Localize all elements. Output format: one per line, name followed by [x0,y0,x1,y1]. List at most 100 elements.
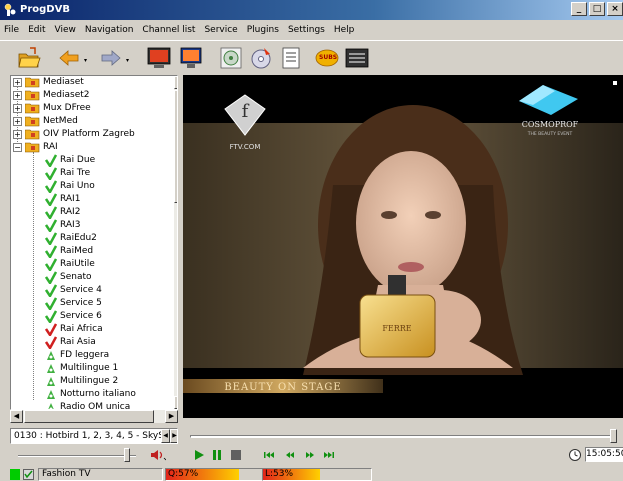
scroll-thumb[interactable] [24,410,154,423]
menu-view[interactable]: View [55,21,76,39]
fast-forward-icon[interactable] [303,448,317,462]
menu-settings[interactable]: Settings [288,21,325,39]
tree-provider-label: OIV Platform Zagreb [43,129,135,139]
satellite-selector[interactable]: 0130 : Hotbird 1, 2, 3, 4, 5 - SkySt ◀ ▶ [10,428,178,444]
tree-channel[interactable]: Radio OM unica [11,401,171,409]
tree-provider-mux-dfree[interactable]: + Mux DFree [11,102,171,115]
volume-slider[interactable] [18,455,136,457]
tree-channel[interactable]: RAI3 [11,219,171,232]
tree-provider-mediaset[interactable]: + Mediaset [11,76,171,89]
menu-edit[interactable]: Edit [28,21,45,39]
seek-knob[interactable] [610,429,617,443]
tree-provider-netmed[interactable]: + NetMed [11,115,171,128]
scroll-up-icon[interactable]: ▲ [174,76,177,89]
tree-provider-rai[interactable]: − RAI [11,141,171,154]
skip-back-icon[interactable] [262,448,276,462]
tree-provider-oiv-platform-zagreb[interactable]: + OIV Platform Zagreb [11,128,171,141]
tree-channel-label: FD leggera [60,350,110,360]
playback-controls: 15:05:50 [186,446,623,464]
tree-channel[interactable]: FD leggera [11,349,171,362]
open-folder-icon [25,142,40,153]
video-view[interactable]: FERRE f FTV.COM COSMOPROF THE BEAUTY EVE… [183,75,623,418]
forward-dropdown-icon[interactable]: ▾ [126,57,129,64]
back-dropdown-icon[interactable]: ▾ [84,57,87,64]
tree-provider-label: NetMed [43,116,78,126]
expand-icon[interactable]: + [13,104,22,113]
record-disc-icon[interactable] [218,45,244,71]
collapse-icon[interactable]: − [13,143,22,152]
tree-channel[interactable]: Rai Uno [11,180,171,193]
forward-arrow-icon[interactable] [98,45,124,71]
scroll-left-icon[interactable]: ◀ [10,410,23,423]
tree-channel[interactable]: Rai Africa [11,323,171,336]
teletext-icon[interactable] [344,45,370,71]
epg-list-icon[interactable] [278,45,304,71]
signal-quality-label: Q:57% [168,469,199,479]
pause-icon[interactable] [210,448,224,462]
tree-provider-mediaset2[interactable]: + Mediaset2 [11,89,171,102]
menu-service[interactable]: Service [204,21,237,39]
tree-channel-label: Rai Uno [60,181,95,191]
close-button[interactable]: × [607,2,623,16]
tree-channel[interactable]: RaiMed [11,245,171,258]
back-arrow-icon[interactable] [56,45,82,71]
banner-text: BEAUTY ON STAGE [224,382,341,393]
tree-channel[interactable]: Service 6 [11,310,171,323]
tree-channel[interactable]: Multilingue 1 [11,362,171,375]
subtitles-label: SUBS [319,54,338,61]
tree-channel[interactable]: Service 5 [11,297,171,310]
play-icon[interactable] [192,448,206,462]
scroll-down-icon[interactable]: ▼ [174,396,177,409]
tree-channel[interactable]: Senato [11,271,171,284]
minimize-button[interactable]: _ [571,2,587,16]
stop-icon[interactable] [229,448,243,462]
expand-icon[interactable]: + [13,130,22,139]
speaker-icon[interactable] [150,448,166,462]
menu-channel-list[interactable]: Channel list [142,21,195,39]
expand-icon[interactable]: + [13,117,22,126]
expand-icon[interactable]: + [13,78,22,87]
subtitles-icon[interactable]: SUBS [314,45,340,71]
green-check-icon [45,193,57,206]
menu-help[interactable]: Help [334,21,355,39]
tree-horizontal-scrollbar[interactable]: ◀ ▶ [10,410,178,423]
radio-channel-icon [47,390,55,399]
tree-channel[interactable]: Rai Due [11,154,171,167]
expand-icon[interactable]: + [13,91,22,100]
tree-channel[interactable]: Rai Asia [11,336,171,349]
tree-channel[interactable]: Multilingue 2 [11,375,171,388]
scroll-thumb[interactable] [174,90,177,203]
green-check-icon [45,297,57,310]
channel-tree[interactable]: + Mediaset + Mediaset2 + Mux DFree + Net… [10,75,178,410]
seek-bar[interactable] [186,428,623,444]
volume-knob[interactable] [124,448,130,462]
radio-channel-icon [47,377,55,386]
burn-disc-icon[interactable] [248,45,274,71]
previous-satellite-icon[interactable]: ◀ [161,429,170,443]
tree-channel[interactable]: Rai Tre [11,167,171,180]
tree-channel[interactable]: RAI1 [11,193,171,206]
scroll-right-icon[interactable]: ▶ [165,410,178,423]
open-folder-icon[interactable] [16,45,42,71]
rewind-icon[interactable] [283,448,297,462]
tree-channel-label: Rai Due [60,155,96,165]
progdvb-app-icon [4,3,16,16]
tree-channel[interactable]: RAI2 [11,206,171,219]
menu-plugins[interactable]: Plugins [247,21,279,39]
tv-channel-icon [23,469,34,480]
menu-file[interactable]: File [4,21,19,39]
tree-channel[interactable]: RaiUtile [11,258,171,271]
tv-monitor-icon[interactable] [146,45,172,71]
skip-forward-icon[interactable] [322,448,336,462]
maximize-button[interactable]: □ [589,2,605,16]
tree-channel[interactable]: Notturno italiano [11,388,171,401]
next-satellite-icon[interactable]: ▶ [170,429,177,443]
seek-track[interactable] [190,435,614,438]
tree-channel-label: RAI2 [60,207,81,217]
tv-screen-icon[interactable] [178,45,204,71]
folder-icon [25,129,40,140]
tree-channel[interactable]: RaiEdu2 [11,232,171,245]
tree-vertical-scrollbar[interactable]: ▲ ▼ [174,76,177,409]
tree-channel[interactable]: Service 4 [11,284,171,297]
menu-navigation[interactable]: Navigation [85,21,134,39]
